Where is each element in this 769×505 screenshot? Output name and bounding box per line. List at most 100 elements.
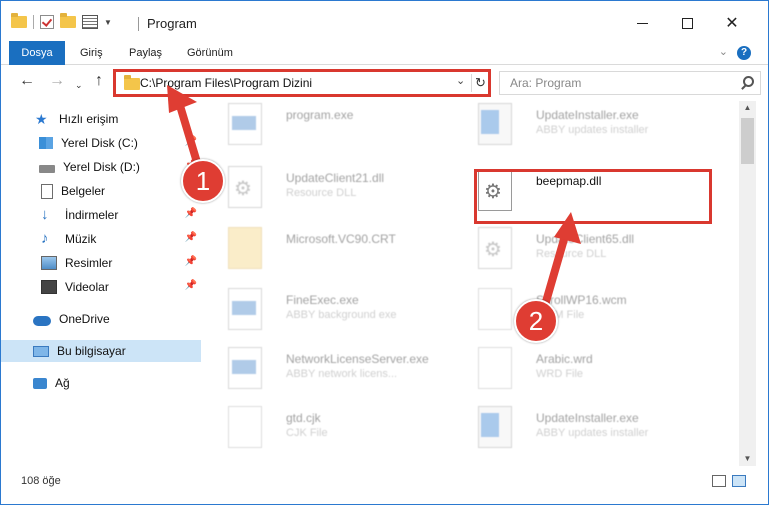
file-item[interactable]: gtd.cjk CJK File <box>208 404 458 452</box>
properties-check-icon[interactable] <box>40 15 54 29</box>
file-type: ABBY updates installer <box>536 427 649 439</box>
file-item[interactable]: FineExec.exe ABBY background exe <box>208 286 458 334</box>
recent-locations-icon[interactable]: ⌄ <box>75 77 83 93</box>
network-icon <box>33 377 47 389</box>
sidebar-item-label: Ağ <box>55 376 70 390</box>
file-name: gtd.cjk <box>286 411 321 425</box>
app-icon <box>228 347 262 389</box>
file-item[interactable]: UpdateInstaller.exe ABBY updates install… <box>458 404 708 452</box>
file-highlight-box <box>474 169 712 224</box>
sidebar-item-drive-d[interactable]: Yerel Disk (D:) 📌 <box>1 156 201 178</box>
file-name: program.exe <box>286 108 354 122</box>
new-folder-icon[interactable] <box>60 13 76 28</box>
step-1-badge: 1 <box>181 159 225 203</box>
file-type: Resource DLL <box>536 248 607 260</box>
file-explorer-window: ▼ Program ✕ Dosya Giriş Paylaş Görünüm ⌄… <box>0 0 769 505</box>
file-name: UpdateClient21.dll <box>286 171 385 185</box>
divider <box>33 15 34 29</box>
sidebar-item-quick-access[interactable]: ★ Hızlı erişim <box>1 108 201 130</box>
tab-share[interactable]: Paylaş <box>129 41 162 65</box>
file-item[interactable]: UpdateClient65.dll Resource DLL <box>458 225 708 273</box>
file-name: FineExec.exe <box>286 293 359 307</box>
sidebar-item-music[interactable]: ♪ Müzik 📌 <box>1 228 201 250</box>
pin-icon[interactable]: 📌 <box>185 256 197 267</box>
file-name: UpdateClient65.dll <box>536 232 635 246</box>
drive-icon <box>39 137 53 149</box>
sidebar-item-label: Resimler <box>65 256 113 270</box>
onedrive-icon <box>33 315 51 326</box>
sidebar-item-drive-c[interactable]: Yerel Disk (C:) 📌 <box>1 132 201 154</box>
scroll-up-icon[interactable]: ▲ <box>739 101 756 115</box>
sidebar-item-videos[interactable]: Videolar 📌 <box>1 276 201 298</box>
music-icon: ♪ <box>41 230 49 247</box>
file-type: ABBY updates installer <box>536 124 649 136</box>
search-icon[interactable] <box>743 76 754 87</box>
minimize-button[interactable] <box>628 11 656 35</box>
pc-icon <box>33 345 49 357</box>
sidebar-item-label: Müzik <box>65 232 97 246</box>
forward-button[interactable]: → <box>49 73 65 89</box>
search-placeholder: Ara: Program <box>510 76 582 90</box>
quick-access-toolbar: ▼ <box>11 13 112 29</box>
title-bar: ▼ Program ✕ <box>1 1 768 41</box>
file-item[interactable]: NetworkLicenseServer.exe ABBY network li… <box>208 345 458 393</box>
pin-icon[interactable]: 📌 <box>185 232 197 243</box>
file-item[interactable]: UpdateClient21.dll Resource DLL <box>208 164 458 212</box>
pin-icon[interactable]: 📌 <box>185 136 197 147</box>
sidebar-item-label: Belgeler <box>61 184 106 198</box>
status-bar: 108 öğe <box>1 467 768 504</box>
pin-icon[interactable]: 📌 <box>185 208 197 219</box>
file-type: ABBY background exe <box>286 309 397 321</box>
chevron-down-icon[interactable]: ▼ <box>104 18 112 27</box>
tab-view[interactable]: Görünüm <box>187 41 233 65</box>
sidebar-item-label: Yerel Disk (D:) <box>63 160 140 174</box>
sidebar-item-this-pc[interactable]: Bu bilgisayar <box>1 340 201 362</box>
minimize-icon <box>636 22 648 24</box>
customize-view-icon[interactable] <box>82 15 98 29</box>
tab-home[interactable]: Giriş <box>80 41 103 65</box>
file-name: UpdateInstaller.exe <box>536 411 639 425</box>
large-icons-view-icon[interactable] <box>732 475 746 487</box>
file-item[interactable]: Arabic.wrd WRD File <box>458 345 708 393</box>
close-button[interactable]: ✕ <box>718 11 746 35</box>
sidebar-item-downloads[interactable]: ↓ İndirmeler 📌 <box>1 204 201 226</box>
file-icon <box>478 288 512 330</box>
sidebar-item-onedrive[interactable]: OneDrive <box>1 308 201 330</box>
up-button[interactable]: ↑ <box>95 73 103 89</box>
file-name: Microsoft.VC90.CRT <box>286 232 396 246</box>
address-highlight-box <box>113 69 491 97</box>
file-item[interactable]: program.exe <box>208 101 458 149</box>
item-count: 108 öğe <box>21 475 61 487</box>
tab-file[interactable]: Dosya <box>9 41 65 65</box>
file-item[interactable]: UpdateInstaller.exe ABBY updates install… <box>458 101 708 149</box>
pin-icon[interactable]: 📌 <box>185 280 197 291</box>
maximize-icon <box>681 17 693 29</box>
file-type: CJK File <box>286 427 328 439</box>
file-name: NetworkLicenseServer.exe <box>286 352 429 366</box>
file-type: ABBY network licens... <box>286 368 398 380</box>
help-icon[interactable]: ? <box>737 46 751 60</box>
folder-icon <box>11 13 27 28</box>
sidebar-item-label: OneDrive <box>59 312 110 326</box>
back-button[interactable]: ← <box>19 73 35 89</box>
scroll-down-icon[interactable]: ▼ <box>739 452 756 466</box>
vertical-scrollbar[interactable]: ▲ ▼ <box>739 101 756 466</box>
ribbon-tabs: Dosya Giriş Paylaş Görünüm ⌄ ? <box>1 41 768 65</box>
pictures-icon <box>41 256 57 270</box>
file-name: UpdateInstaller.exe <box>536 108 639 122</box>
search-input[interactable]: Ara: Program <box>499 71 761 95</box>
maximize-button[interactable] <box>673 11 701 35</box>
installer-icon <box>478 406 512 448</box>
file-type: WRD File <box>536 368 584 380</box>
sidebar-item-pictures[interactable]: Resimler 📌 <box>1 252 201 274</box>
sidebar-item-label: Yerel Disk (C:) <box>61 136 138 150</box>
scrollbar-thumb[interactable] <box>741 118 754 164</box>
sidebar-item-label: İndirmeler <box>65 208 119 222</box>
expand-ribbon-icon[interactable]: ⌄ <box>719 45 728 58</box>
file-item[interactable]: ScrollWP16.wcm WCM File <box>458 286 708 334</box>
details-view-icon[interactable] <box>712 475 726 487</box>
file-list: program.exe UpdateInstaller.exe ABBY upd… <box>208 101 738 466</box>
file-item[interactable]: Microsoft.VC90.CRT <box>208 225 458 273</box>
sidebar-item-network[interactable]: Ağ <box>1 372 201 394</box>
sidebar-item-documents[interactable]: Belgeler 📌 <box>1 180 201 202</box>
